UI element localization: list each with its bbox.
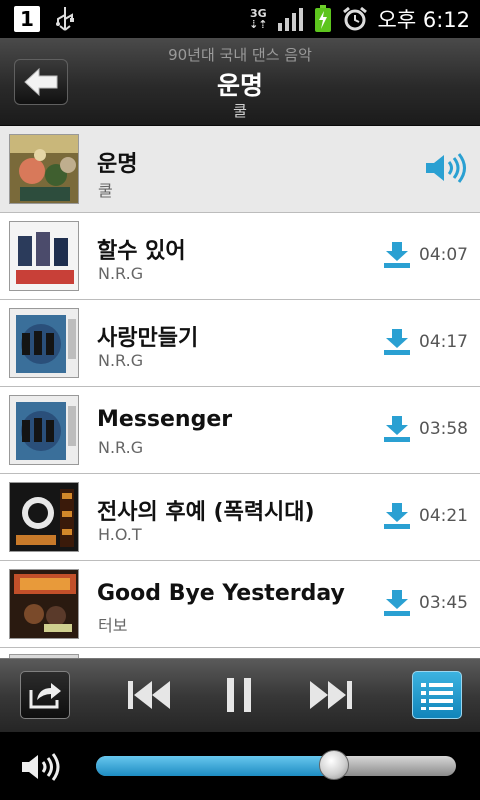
album-art [9, 134, 79, 204]
pause-button[interactable] [214, 671, 264, 719]
playlist-name: 90년대 국내 댄스 음악 [168, 46, 312, 64]
song-row[interactable]: 할수 있어 N.R.G 04:07 [0, 213, 480, 300]
signal-icon [277, 8, 303, 31]
volume-icon [22, 753, 60, 781]
pause-icon [227, 678, 251, 712]
song-row[interactable]: Messenger N.R.G 03:58 [0, 387, 480, 474]
album-art [9, 569, 79, 639]
skip-next-icon [310, 681, 352, 709]
album-art [9, 308, 79, 378]
song-title: Messenger [97, 407, 233, 432]
volume-thumb[interactable] [319, 750, 349, 780]
download-icon[interactable] [382, 502, 412, 530]
song-artist: N.R.G [98, 351, 144, 370]
song-row[interactable]: 사랑만들기 N.R.G 04:17 [0, 300, 480, 387]
previous-button[interactable] [124, 671, 174, 719]
song-list[interactable]: 운명 쿨 할수 있어 N.R.G 04:07 사랑만들기 N.R.G 04:17… [0, 126, 480, 658]
song-duration: 03:45 [419, 593, 468, 613]
song-title: 전사의 후예 (폭력시대) [97, 500, 315, 525]
download-icon[interactable] [382, 241, 412, 269]
status-bar: 1 3G ⇣⇡ 오후 6:12 [0, 0, 480, 38]
song-row[interactable]: Good Bye Yesterday 터보 03:45 [0, 561, 480, 648]
song-title: 사랑만들기 [97, 326, 199, 351]
usb-icon [56, 7, 74, 31]
album-art [9, 221, 79, 291]
now-playing-header: 90년대 국내 댄스 음악 운명 쿨 [0, 38, 480, 126]
song-artist: N.R.G [98, 438, 144, 457]
next-button[interactable] [306, 671, 356, 719]
playlist-button[interactable] [412, 671, 462, 719]
page-title: 운명 [216, 71, 263, 100]
song-duration: 03:58 [419, 419, 468, 439]
volume-slider[interactable] [96, 750, 456, 780]
share-icon [29, 683, 61, 709]
song-artist: N.R.G [98, 264, 144, 283]
song-artist: 터보 [98, 616, 128, 635]
notification-badge: 1 [14, 6, 40, 32]
song-duration: 04:07 [419, 245, 468, 265]
song-artist: 쿨 [98, 181, 113, 200]
skip-previous-icon [128, 681, 170, 709]
clock: 오후 6:12 [377, 8, 470, 32]
song-duration: 04:17 [419, 332, 468, 352]
header-artist: 쿨 [233, 102, 247, 120]
album-art [9, 482, 79, 552]
album-art [9, 395, 79, 465]
share-button[interactable] [20, 671, 70, 719]
song-row[interactable]: 전사의 후예 (폭력시대) H.O.T 04:21 [0, 474, 480, 561]
battery-icon [314, 5, 331, 32]
song-row-partial[interactable] [0, 648, 480, 658]
speaker-icon [426, 153, 466, 183]
song-artist: H.O.T [98, 525, 142, 544]
playlist-icon [421, 683, 453, 710]
download-icon[interactable] [382, 328, 412, 356]
download-icon[interactable] [382, 589, 412, 617]
song-row-playing[interactable]: 운명 쿨 [0, 126, 480, 213]
song-duration: 04:21 [419, 506, 468, 526]
playback-controls [0, 658, 480, 732]
song-title: Good Bye Yesterday [97, 581, 345, 606]
download-icon[interactable] [382, 415, 412, 443]
alarm-icon [342, 6, 367, 31]
song-title: 할수 있어 [97, 239, 186, 264]
song-title: 운명 [97, 152, 138, 177]
volume-fill [96, 756, 334, 776]
network-type-icon: 3G ⇣⇡ [249, 7, 268, 31]
